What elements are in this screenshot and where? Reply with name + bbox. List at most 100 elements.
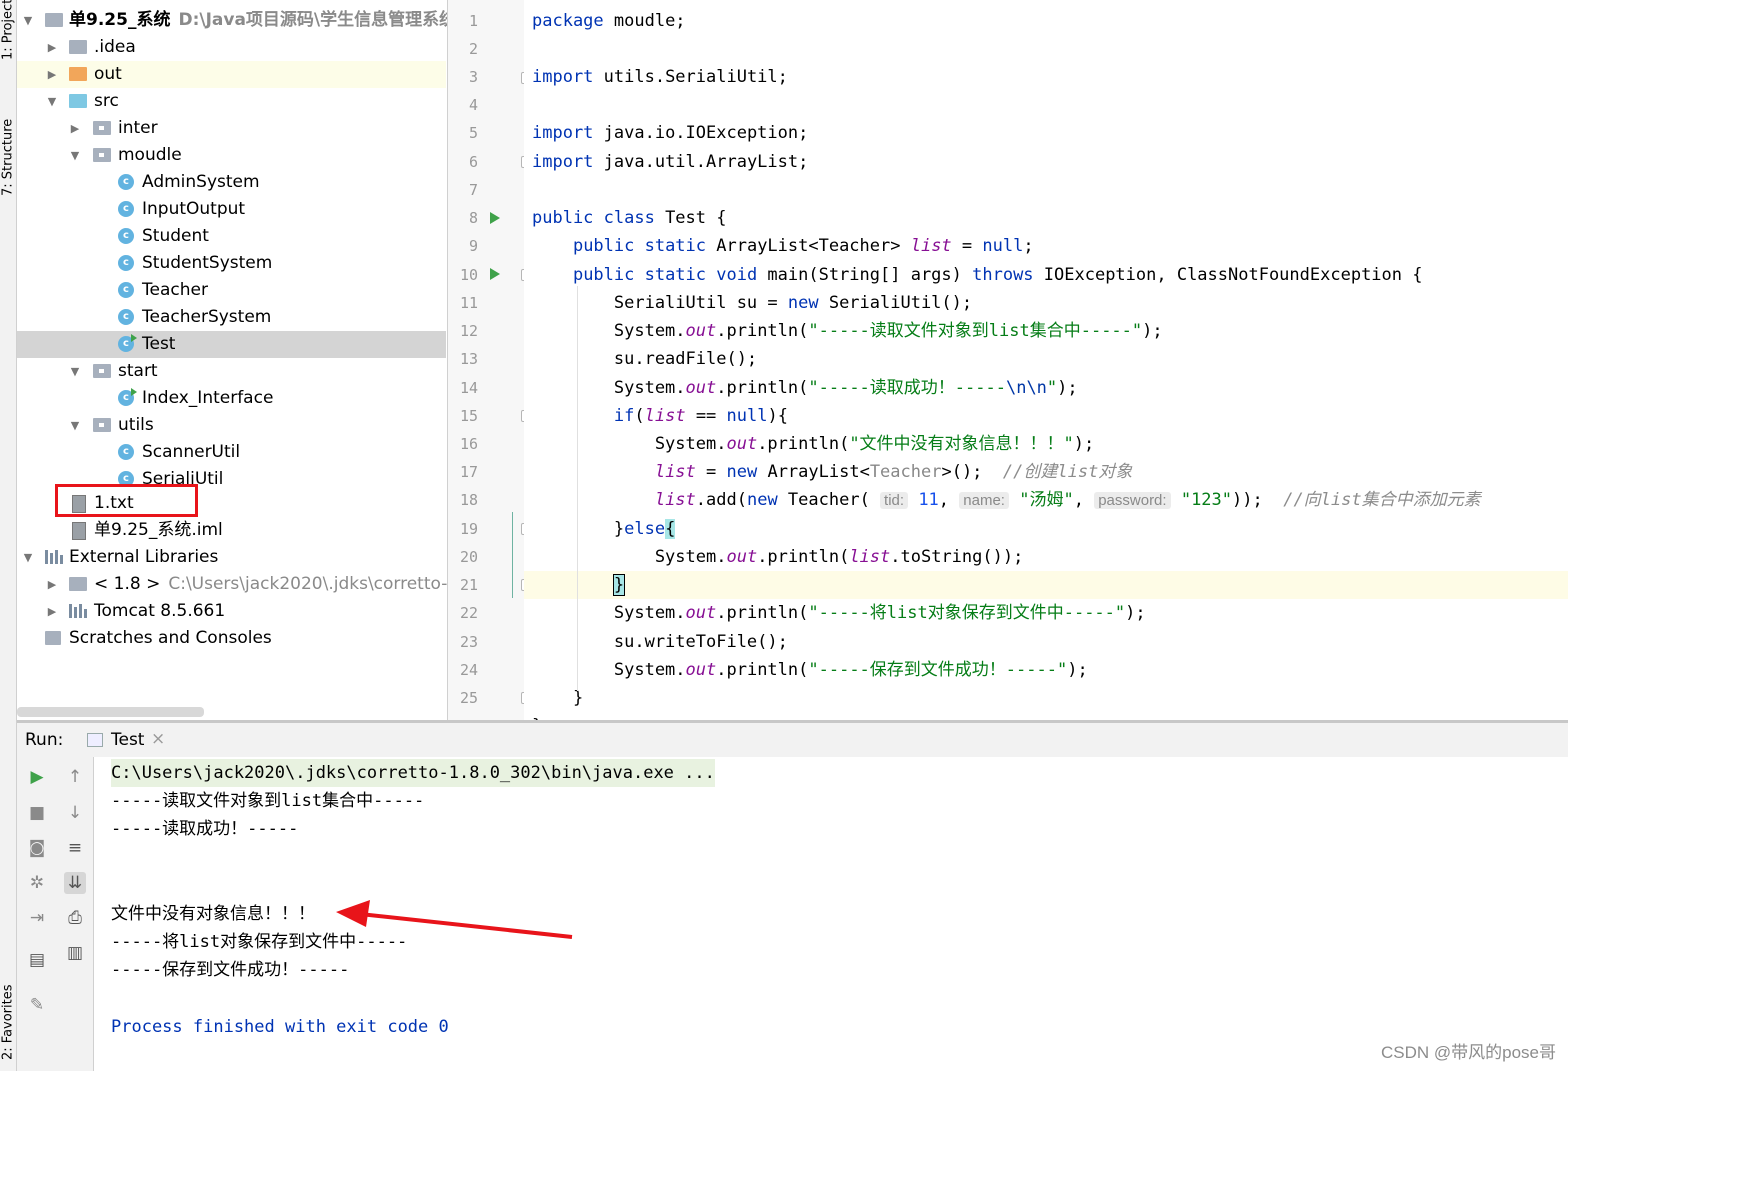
line-number: 23 bbox=[459, 633, 478, 651]
scratches-icon bbox=[45, 631, 61, 645]
line-number: 1 bbox=[468, 12, 478, 30]
code-line: System.out.println("-----保存到文件成功！-----")… bbox=[532, 660, 1088, 680]
layout-icon[interactable]: ▤ bbox=[26, 949, 48, 971]
up-arrow-icon[interactable]: ↑ bbox=[64, 766, 86, 788]
tree-label: 单9.25_系统.iml bbox=[94, 520, 223, 540]
tree-root[interactable]: ▼ 单9.25_系统 D:\Java项目源码\学生信息管理系统【根 bbox=[17, 7, 490, 34]
tree-item-class[interactable]: c InputOutput bbox=[17, 196, 446, 223]
code-editor[interactable]: package moudle; import utils.SerialiUtil… bbox=[524, 0, 1568, 720]
module-file-icon bbox=[72, 522, 86, 540]
jdk-label: < 1.8 > bbox=[94, 574, 161, 594]
tree-item-class[interactable]: c AdminSystem bbox=[17, 169, 446, 196]
tree-item-class[interactable]: c Teacher bbox=[17, 277, 446, 304]
collapsed-arrow-icon[interactable]: ▶ bbox=[68, 115, 82, 142]
tree-item-class[interactable]: c Student bbox=[17, 223, 446, 250]
tree-item-external-libraries[interactable]: ▼ External Libraries bbox=[17, 544, 446, 571]
java-class-icon: c bbox=[118, 282, 134, 298]
collapsed-arrow-icon[interactable]: ▶ bbox=[45, 571, 59, 598]
tree-item-class[interactable]: c TeacherSystem bbox=[17, 304, 446, 331]
expand-arrow-icon[interactable]: ▼ bbox=[45, 88, 59, 115]
console-line: 文件中没有对象信息！！！ bbox=[111, 904, 315, 924]
tree-label: TeacherSystem bbox=[142, 307, 272, 327]
line-number: 10 bbox=[459, 266, 478, 284]
tree-item-class[interactable]: c Index_Interface bbox=[17, 385, 446, 412]
tree-item-class-selected[interactable]: c Test bbox=[17, 331, 446, 358]
code-line: System.out.println(list.toString()); bbox=[532, 547, 1024, 567]
red-annotation-arrow bbox=[336, 900, 573, 939]
code-line: public static ArrayList<Teacher> list = … bbox=[572, 236, 1034, 256]
jdk-path: C:\Users\jack2020\.jdks\corretto-1.8.0 bbox=[168, 574, 491, 594]
expand-arrow-icon[interactable]: ▼ bbox=[68, 412, 82, 439]
rerun-icon[interactable]: ▶ bbox=[26, 766, 48, 788]
java-class-icon: c bbox=[118, 309, 134, 325]
close-tab-icon[interactable]: × bbox=[151, 729, 165, 749]
tree-item-class[interactable]: c ScannerUtil bbox=[17, 439, 446, 466]
module-folder-icon bbox=[45, 13, 63, 27]
code-line: } bbox=[532, 688, 584, 708]
source-folder-icon bbox=[69, 94, 87, 108]
expand-arrow-icon[interactable]: ▼ bbox=[68, 358, 82, 385]
tree-item-class[interactable]: c StudentSystem bbox=[17, 250, 446, 277]
run-toolbar-primary: ▶ ■ ◙ ✲ ⇥ ▤ ✎ bbox=[17, 757, 57, 1071]
tree-item-idea[interactable]: ▶ .idea bbox=[17, 34, 446, 61]
tree-item-iml-file[interactable]: 单9.25_系统.iml bbox=[17, 517, 446, 544]
red-highlight-box bbox=[55, 484, 198, 517]
tree-item-utils[interactable]: ▼ utils bbox=[17, 412, 446, 439]
stop-icon[interactable]: ■ bbox=[26, 802, 48, 824]
java-class-icon: c bbox=[118, 444, 134, 460]
indent-guide bbox=[577, 286, 578, 691]
java-class-icon: c bbox=[118, 255, 134, 271]
expand-arrow-icon[interactable]: ▼ bbox=[21, 7, 35, 34]
print-icon[interactable]: ⎙ bbox=[64, 907, 86, 929]
tree-item-out[interactable]: ▶ out bbox=[17, 61, 446, 88]
console-output[interactable]: C:\Users\jack2020\.jdks\corretto-1.8.0_3… bbox=[94, 757, 1568, 1071]
structure-tool-tab[interactable]: 7: Structure bbox=[0, 96, 16, 196]
tree-label: Index_Interface bbox=[142, 388, 274, 408]
exit-icon[interactable]: ⇥ bbox=[26, 907, 48, 929]
tree-label: StudentSystem bbox=[142, 253, 273, 273]
tree-item-jdk[interactable]: ▶ < 1.8 > C:\Users\jack2020\.jdks\corrett… bbox=[17, 571, 491, 598]
tree-label: Teacher bbox=[142, 280, 208, 300]
console-line: C:\Users\jack2020\.jdks\corretto-1.8.0_3… bbox=[111, 759, 715, 787]
collapsed-arrow-icon[interactable]: ▶ bbox=[45, 598, 59, 625]
camera-icon[interactable]: ◙ bbox=[26, 837, 48, 859]
scroll-to-end-icon[interactable]: ⇊ bbox=[64, 872, 86, 894]
soft-wrap-icon[interactable]: ≡ bbox=[64, 837, 86, 859]
favorites-tool-tab[interactable]: 2: Favorites bbox=[0, 950, 16, 1060]
scope-indicator bbox=[512, 512, 513, 598]
line-number: 3 bbox=[468, 68, 478, 86]
pin-icon[interactable]: ✎ bbox=[26, 994, 48, 1016]
project-tree: ▼ 单9.25_系统 D:\Java项目源码\学生信息管理系统【根 ▶ .idea… bbox=[17, 0, 491, 720]
line-number: 24 bbox=[459, 661, 478, 679]
tree-item-tomcat[interactable]: ▶ Tomcat 8.5.661 bbox=[17, 598, 446, 625]
console-tab-icon bbox=[87, 733, 103, 747]
trash-icon[interactable]: ▥ bbox=[64, 942, 86, 964]
libraries-icon bbox=[45, 550, 63, 564]
project-tool-tab[interactable]: 1: Project bbox=[0, 0, 16, 60]
tree-horizontal-scrollbar[interactable] bbox=[17, 707, 204, 717]
tree-item-scratches[interactable]: Scratches and Consoles bbox=[17, 625, 446, 652]
tree-label: AdminSystem bbox=[142, 172, 260, 192]
expand-arrow-icon[interactable]: ▼ bbox=[21, 544, 35, 571]
process-finished-line: Process finished with exit code 0 bbox=[111, 1017, 449, 1037]
collapsed-arrow-icon[interactable]: ▶ bbox=[45, 34, 59, 61]
tree-item-moudle[interactable]: ▼ moudle bbox=[17, 142, 446, 169]
debug-icon[interactable]: ✲ bbox=[26, 872, 48, 894]
code-line: } bbox=[524, 712, 1568, 720]
run-class-gutter-icon[interactable] bbox=[490, 212, 500, 224]
run-toolbar-secondary: ↑ ↓ ≡ ⇊ ⎙ ▥ bbox=[57, 757, 94, 1071]
java-runnable-class-icon: c bbox=[118, 388, 137, 406]
expand-arrow-icon[interactable]: ▼ bbox=[68, 142, 82, 169]
tree-item-src[interactable]: ▼ src bbox=[17, 88, 446, 115]
code-line: public class Test { bbox=[532, 208, 727, 228]
code-line: import utils.SerialiUtil; bbox=[532, 67, 788, 87]
package-icon bbox=[93, 364, 111, 378]
package-icon bbox=[93, 418, 111, 432]
run-tab-test[interactable]: Test × bbox=[83, 723, 173, 757]
collapsed-arrow-icon[interactable]: ▶ bbox=[45, 61, 59, 88]
line-number: 9 bbox=[468, 237, 478, 255]
tree-item-inter[interactable]: ▶ inter bbox=[17, 115, 446, 142]
down-arrow-icon[interactable]: ↓ bbox=[64, 802, 86, 824]
tree-item-start[interactable]: ▼ start bbox=[17, 358, 446, 385]
run-main-gutter-icon[interactable] bbox=[490, 268, 500, 280]
